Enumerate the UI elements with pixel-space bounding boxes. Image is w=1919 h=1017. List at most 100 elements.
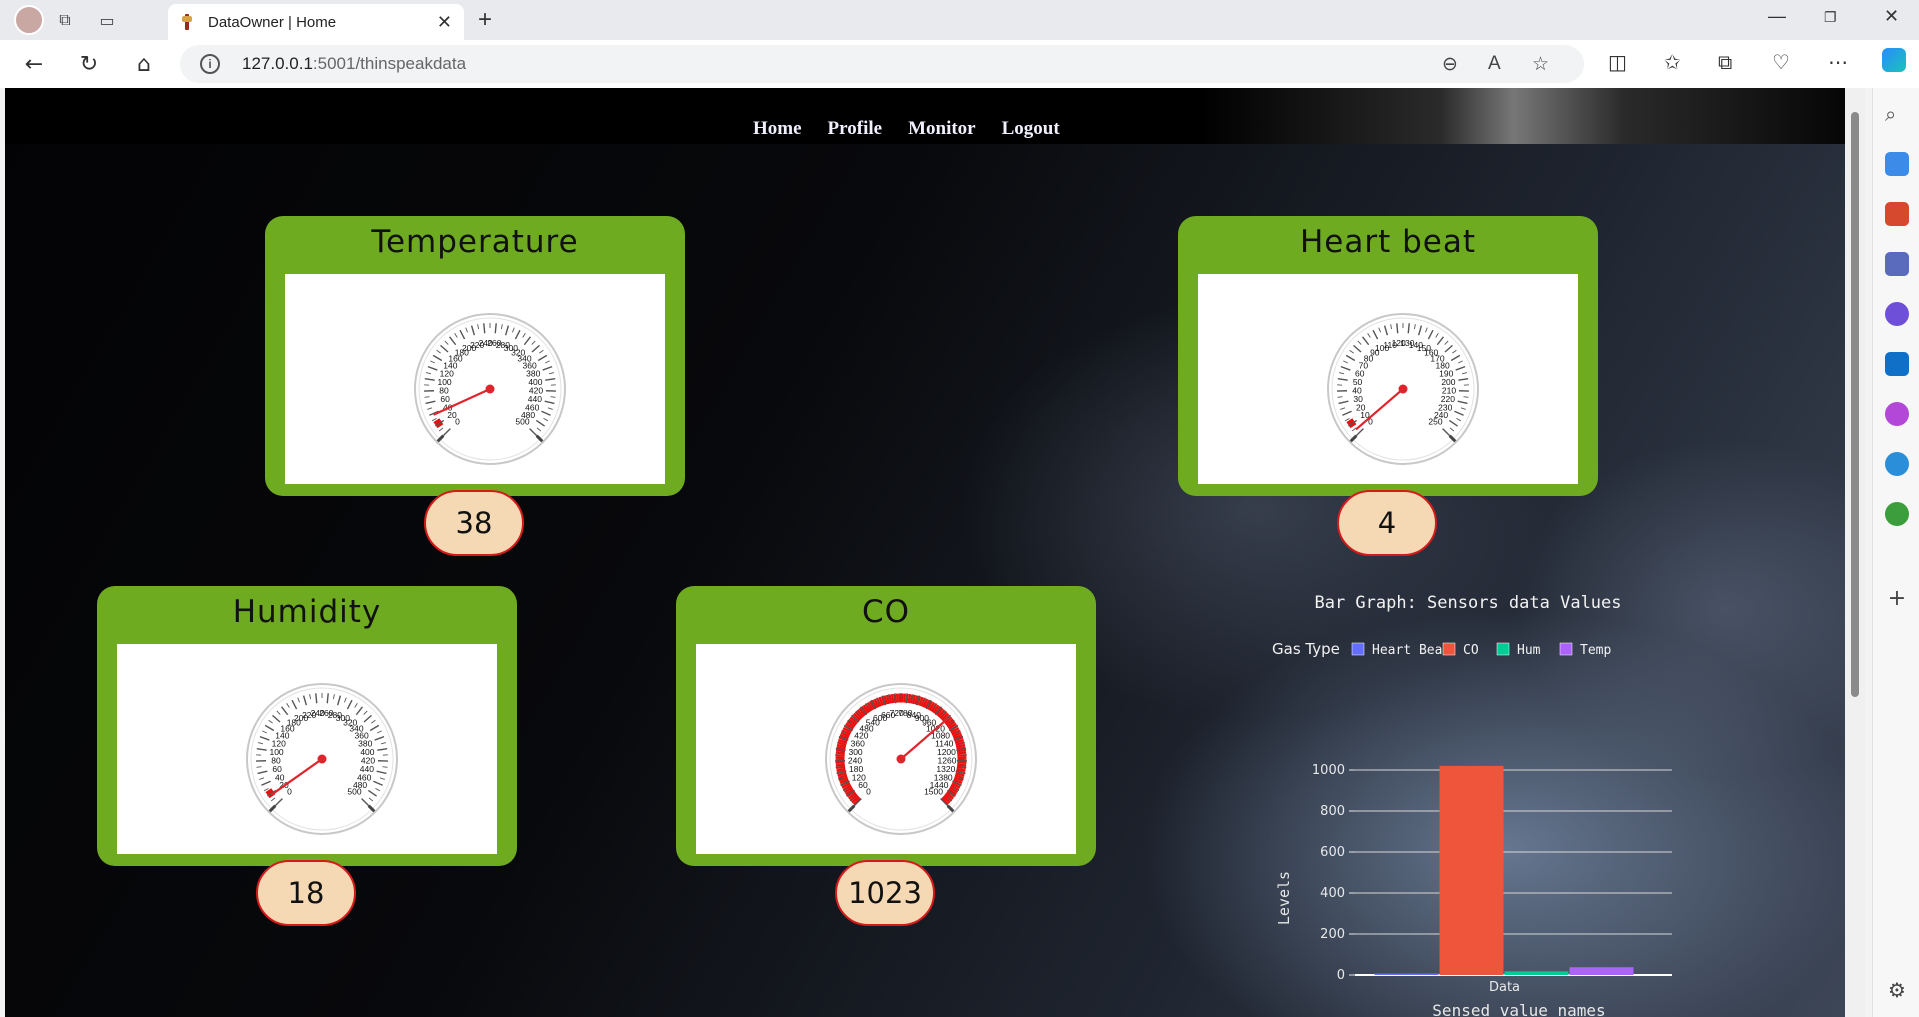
more-menu-icon[interactable]: ⋯ [1828, 50, 1848, 74]
home-icon[interactable]: ⌂ [130, 50, 158, 78]
legend-swatch[interactable] [1559, 642, 1573, 656]
gauge-red-zone [866, 701, 874, 711]
gauge-tick [326, 693, 329, 704]
scrollbar-thumb[interactable] [1851, 112, 1859, 697]
gauge-tick [1337, 396, 1343, 398]
gauge-red-zone [942, 795, 951, 804]
minimize-icon[interactable]: — [1768, 6, 1786, 27]
gauge-red-zone [940, 712, 950, 721]
y-tick-label: 0 [1337, 968, 1345, 983]
legend-title: Gas Type [1272, 640, 1340, 658]
page-scrollbar[interactable] [1845, 88, 1865, 1017]
humidity-gauge: 0204060801001201401601802002202402602803… [246, 683, 398, 835]
window-close-icon[interactable]: ✕ [1884, 6, 1899, 27]
nav-monitor-link[interactable]: Monitor [908, 118, 976, 140]
gauge-red-zone [837, 772, 847, 777]
nav-logout-link[interactable]: Logout [1002, 118, 1060, 140]
bar-heart-beat[interactable] [1374, 973, 1439, 976]
tools-icon[interactable] [1885, 202, 1909, 226]
legend-label[interactable]: Heart Beat [1372, 643, 1450, 658]
gauge-red-zone [951, 782, 961, 789]
gauge-tick-label: 30 [1353, 394, 1363, 404]
address-bar-row: ← ↻ ⌂ i 127.0.0.1:5001/thinspeakdata ⊖ A… [0, 40, 1919, 88]
url-field[interactable]: i 127.0.0.1:5001/thinspeakdata ⊖ A ☆ [180, 45, 1584, 83]
nav-profile-link[interactable]: Profile [828, 118, 883, 140]
co-gauge-panel: 0 60 120 180 240 300 360 420 480 540 600 660 720 780 8… [696, 644, 1076, 854]
favorite-star-icon[interactable]: ☆ [1532, 53, 1549, 75]
gauge-red-zone [858, 707, 867, 717]
gauge-red-zone [955, 743, 966, 749]
designer-icon[interactable] [1885, 402, 1909, 426]
temperature-gauge: 0204060801001201401601802002202402602803… [414, 313, 566, 465]
legend-swatch[interactable] [1442, 642, 1456, 656]
copilot-icon[interactable] [1882, 48, 1906, 72]
site-info-icon[interactable]: i [200, 54, 220, 74]
url-path: :5001/thinspeakdata [312, 54, 467, 73]
profile-avatar-icon[interactable] [14, 5, 44, 35]
gauge-red-zone [911, 694, 917, 705]
tab-title: DataOwner | Home [208, 13, 337, 31]
browser-essentials-icon[interactable]: ♡ [1772, 50, 1790, 74]
games-icon[interactable] [1885, 252, 1909, 276]
back-icon[interactable]: ← [20, 50, 48, 78]
legend-swatch[interactable] [1496, 642, 1510, 656]
search-icon[interactable]: ⌕ [1885, 102, 1909, 126]
legend-label[interactable]: Hum [1517, 643, 1541, 658]
gauge-tick-label: 80 [271, 755, 281, 765]
collections-icon[interactable]: ⧉ [1718, 50, 1732, 74]
gauge-tick [483, 323, 486, 334]
legend-label[interactable]: CO [1463, 643, 1479, 658]
favorites-icon[interactable]: ✩ [1664, 50, 1681, 74]
shopping-icon[interactable] [1885, 152, 1909, 176]
temperature-title: Temperature [371, 224, 579, 260]
microsoft365-icon[interactable] [1885, 302, 1909, 326]
gauge-tick [961, 766, 967, 768]
gauge-tick-label: 250 [1428, 417, 1442, 427]
gauge-tick [1407, 323, 1410, 334]
gauge-red-zone [837, 738, 848, 744]
gauge-tick [256, 766, 262, 768]
gauge-red-zone [836, 743, 847, 749]
bar-hum[interactable] [1504, 971, 1569, 975]
y-tick-label: 600 [1320, 845, 1345, 860]
gauge-tick-label: 500 [515, 417, 529, 427]
tab-strip: ⧉ ▭ DataOwner | Home ✕ + — ❐ ✕ [0, 0, 1919, 40]
legend-label[interactable]: Temp [1580, 643, 1611, 658]
tab-actions-icon[interactable]: ▭ [94, 7, 120, 33]
gauge-red-zone [945, 792, 954, 800]
new-tab-icon[interactable]: + [478, 6, 492, 34]
refresh-icon[interactable]: ↻ [75, 50, 103, 78]
close-tab-icon[interactable]: ✕ [437, 12, 452, 33]
outlook-icon[interactable] [1885, 352, 1909, 376]
nav-home-link[interactable]: Home [753, 118, 802, 140]
gauge-red-zone [955, 772, 965, 777]
active-tab[interactable]: DataOwner | Home ✕ [168, 4, 464, 40]
bar-co[interactable] [1439, 765, 1504, 975]
add-sidebar-icon[interactable]: + [1885, 586, 1909, 611]
url-text: 127.0.0.1:5001/thinspeakdata [242, 54, 466, 74]
gauge-red-zone [935, 707, 944, 717]
gauge-red-zone [846, 720, 856, 728]
legend-swatch[interactable] [1351, 642, 1365, 656]
gauge-tick [1396, 323, 1399, 334]
gauge-red-zone [839, 778, 849, 784]
bar-temp[interactable] [1569, 967, 1634, 975]
telegram-icon[interactable] [1885, 452, 1909, 476]
tree-icon[interactable] [1885, 502, 1909, 526]
zoom-icon[interactable]: ⊖ [1442, 53, 1458, 75]
gauge-red-zone [841, 782, 851, 789]
read-aloud-icon[interactable]: A [1488, 53, 1501, 75]
humidity-title: Humidity [232, 594, 382, 630]
gauge-tick [550, 396, 556, 398]
gauge-tick [382, 766, 388, 768]
split-screen-icon[interactable]: ◫ [1608, 50, 1627, 74]
y-tick-label: 800 [1320, 804, 1345, 819]
workspaces-icon[interactable]: ⧉ [52, 7, 78, 33]
x-axis-label: Sensed value names [1432, 1001, 1605, 1017]
humidity-card: Humidity 0204060801001201401601802002202… [97, 586, 517, 866]
settings-icon[interactable]: ⚙ [1885, 978, 1909, 1002]
gauge-red-zone [838, 776, 849, 782]
restore-icon[interactable]: ❐ [1824, 9, 1837, 26]
gauge-tick-label: 1500 [924, 787, 943, 797]
gauge-red-zone [848, 792, 857, 800]
